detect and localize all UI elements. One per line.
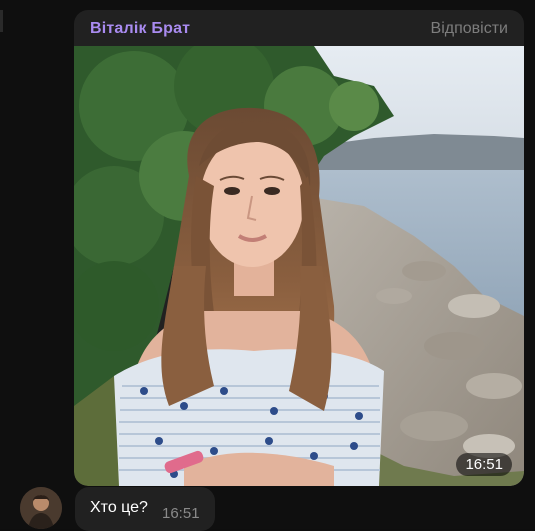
message-photo[interactable]: 16:51 xyxy=(74,46,524,486)
photo-message-bubble[interactable]: Віталік Брат Відповісти 16:51 xyxy=(74,10,524,486)
scrollbar[interactable] xyxy=(0,10,3,32)
reply-button[interactable]: Відповісти xyxy=(431,20,508,38)
avatar-image xyxy=(20,487,62,529)
message-timestamp: 16:51 xyxy=(162,505,200,522)
text-message-bubble[interactable]: Хто це? 16:51 xyxy=(75,487,215,531)
photo-image xyxy=(74,46,524,486)
sender-name[interactable]: Віталік Брат xyxy=(90,20,190,38)
message-text: Хто це? xyxy=(90,499,148,516)
avatar[interactable] xyxy=(20,487,62,529)
photo-timestamp: 16:51 xyxy=(456,453,512,476)
